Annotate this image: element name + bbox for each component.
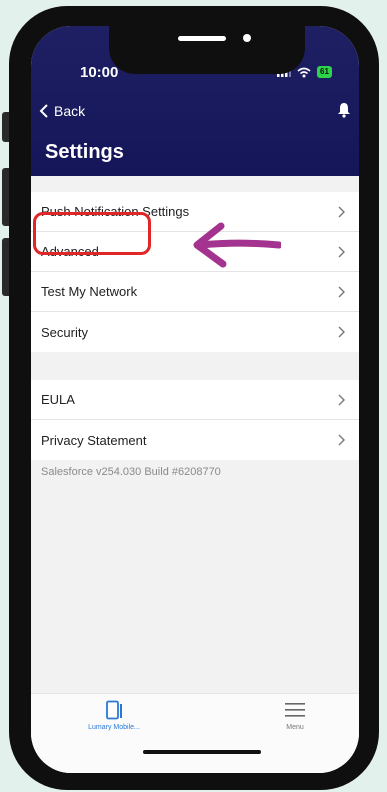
settings-item-privacy[interactable]: Privacy Statement (31, 420, 359, 460)
settings-item-eula[interactable]: EULA (31, 380, 359, 420)
tablet-icon (106, 700, 122, 720)
tab-lumary-mobile[interactable]: Lumary Mobile... (59, 700, 169, 731)
side-button-middle (2, 168, 9, 226)
highlight-box (33, 212, 151, 255)
tab-label: Lumary Mobile... (88, 724, 140, 731)
back-chevron-icon (39, 104, 48, 118)
camera-dot (243, 34, 251, 42)
back-label: Back (54, 103, 86, 119)
settings-item-label: Privacy Statement (41, 432, 147, 448)
version-text: Salesforce v254.030 Build #6208770 (41, 466, 221, 478)
chevron-right-icon (338, 326, 345, 338)
tab-bar: Lumary Mobile... Menu (31, 693, 359, 773)
page-title: Settings (45, 141, 124, 163)
tab-label: Menu (286, 724, 304, 731)
tab-menu[interactable]: Menu (240, 700, 350, 731)
settings-item-security[interactable]: Security (31, 312, 359, 352)
chevron-right-icon (338, 246, 345, 258)
chevron-right-icon (338, 206, 345, 218)
settings-item-label: Test My Network (41, 284, 138, 299)
side-button-top (2, 112, 9, 142)
settings-item-label: EULA (41, 392, 75, 407)
screen: 10:00 61 Back Settings Push Notification… (31, 26, 359, 773)
wifi-icon (297, 67, 311, 77)
speaker-grille (178, 36, 226, 41)
settings-item-label: Security (41, 324, 88, 340)
status-time: 10:00 (80, 64, 119, 81)
battery-icon: 61 (317, 66, 332, 78)
home-indicator[interactable] (143, 750, 261, 754)
arrow-annotation-icon (193, 222, 281, 268)
hamburger-icon (285, 703, 305, 717)
chevron-right-icon (338, 434, 345, 446)
chevron-right-icon (338, 286, 345, 298)
settings-list-secondary: EULA Privacy Statement (31, 380, 359, 460)
back-button[interactable]: Back (39, 103, 85, 119)
side-button-bottom (2, 238, 9, 296)
phone-frame: 10:00 61 Back Settings Push Notification… (9, 6, 379, 790)
bell-icon[interactable] (337, 102, 351, 118)
settings-item-test-network[interactable]: Test My Network (31, 272, 359, 312)
notch (109, 26, 305, 74)
chevron-right-icon (338, 394, 345, 406)
